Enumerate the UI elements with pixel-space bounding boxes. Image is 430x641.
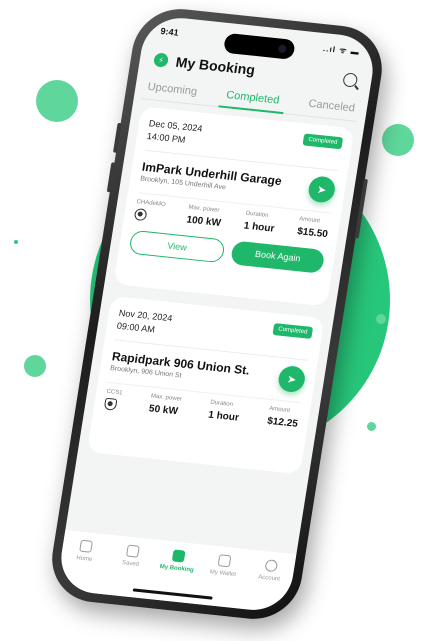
book-again-button[interactable]: Book Again — [229, 240, 326, 274]
amount-value: $12.25 — [266, 415, 299, 430]
amount-value: $15.50 — [296, 226, 329, 241]
search-icon[interactable] — [342, 72, 359, 88]
connector-label: CCS1 — [106, 388, 123, 397]
power-value: 100 kW — [185, 214, 222, 229]
duration-value: 1 hour — [242, 220, 276, 235]
page-title: My Booking — [174, 53, 257, 78]
booking-icon — [171, 549, 186, 563]
nav-item-home[interactable]: Home — [59, 538, 107, 594]
view-button[interactable]: View — [128, 229, 226, 264]
decor-dot — [24, 355, 46, 377]
connector-label: CHAdeMO — [136, 199, 166, 209]
status-badge: Completed — [272, 323, 314, 339]
bolt-icon: ⚡ — [152, 52, 170, 68]
decor-dot — [36, 80, 78, 122]
tab-upcoming[interactable]: Upcoming — [147, 81, 198, 98]
wallet-icon — [217, 554, 232, 568]
decor-dot — [376, 314, 386, 324]
status-time: 9:41 — [159, 25, 180, 38]
tab-completed[interactable]: Completed — [225, 89, 280, 106]
duration-label: Duration — [209, 399, 234, 408]
power-label: Max. power — [150, 393, 183, 403]
duration-value: 1 hour — [207, 409, 240, 424]
account-icon — [264, 559, 278, 573]
booking-card: Dec 05, 2024 14:00 PM Completed ImPark U… — [113, 106, 355, 307]
booking-card: Nov 20, 2024 09:00 AM Completed Rapidpar… — [86, 295, 325, 475]
nav-item-my-wallet[interactable]: My Wallet — [198, 553, 246, 609]
amount-label: Amount — [298, 216, 321, 225]
chademo-plug-icon — [133, 208, 148, 222]
navigation-arrow-icon: ➤ — [286, 373, 298, 386]
power-value: 50 kW — [148, 403, 179, 418]
status-badge: Completed — [302, 133, 344, 150]
nav-label: My Wallet — [209, 569, 237, 579]
tab-canceled[interactable]: Canceled — [308, 98, 356, 115]
nav-label: My Booking — [159, 564, 195, 574]
home-icon — [79, 539, 94, 553]
decor-dot — [14, 240, 18, 244]
bookmark-icon — [125, 544, 140, 558]
ccs1-plug-icon — [103, 397, 118, 411]
amount-label: Amount — [268, 405, 291, 414]
signal-icon: ..ıl ᯤ ▬ — [322, 44, 361, 57]
app-header: ⚡ My Booking — [152, 51, 359, 88]
app-screen: 9:41 ..ıl ᯤ ▬ ⚡ My Booking Upcoming Comp… — [55, 14, 379, 614]
nav-label: Home — [75, 555, 93, 563]
decor-dot — [382, 124, 414, 156]
power-label: Max. power — [187, 204, 220, 214]
nav-label: Saved — [121, 560, 140, 568]
navigate-button[interactable]: ➤ — [276, 364, 307, 394]
nav-label: Account — [257, 574, 281, 583]
duration-label: Duration — [245, 210, 269, 219]
navigation-arrow-icon: ➤ — [316, 183, 328, 197]
decor-dot — [367, 422, 376, 431]
navigate-button[interactable]: ➤ — [306, 175, 337, 204]
nav-item-account[interactable]: Account — [244, 558, 292, 614]
phone: 9:41 ..ıl ᯤ ▬ ⚡ My Booking Upcoming Comp… — [45, 4, 389, 624]
